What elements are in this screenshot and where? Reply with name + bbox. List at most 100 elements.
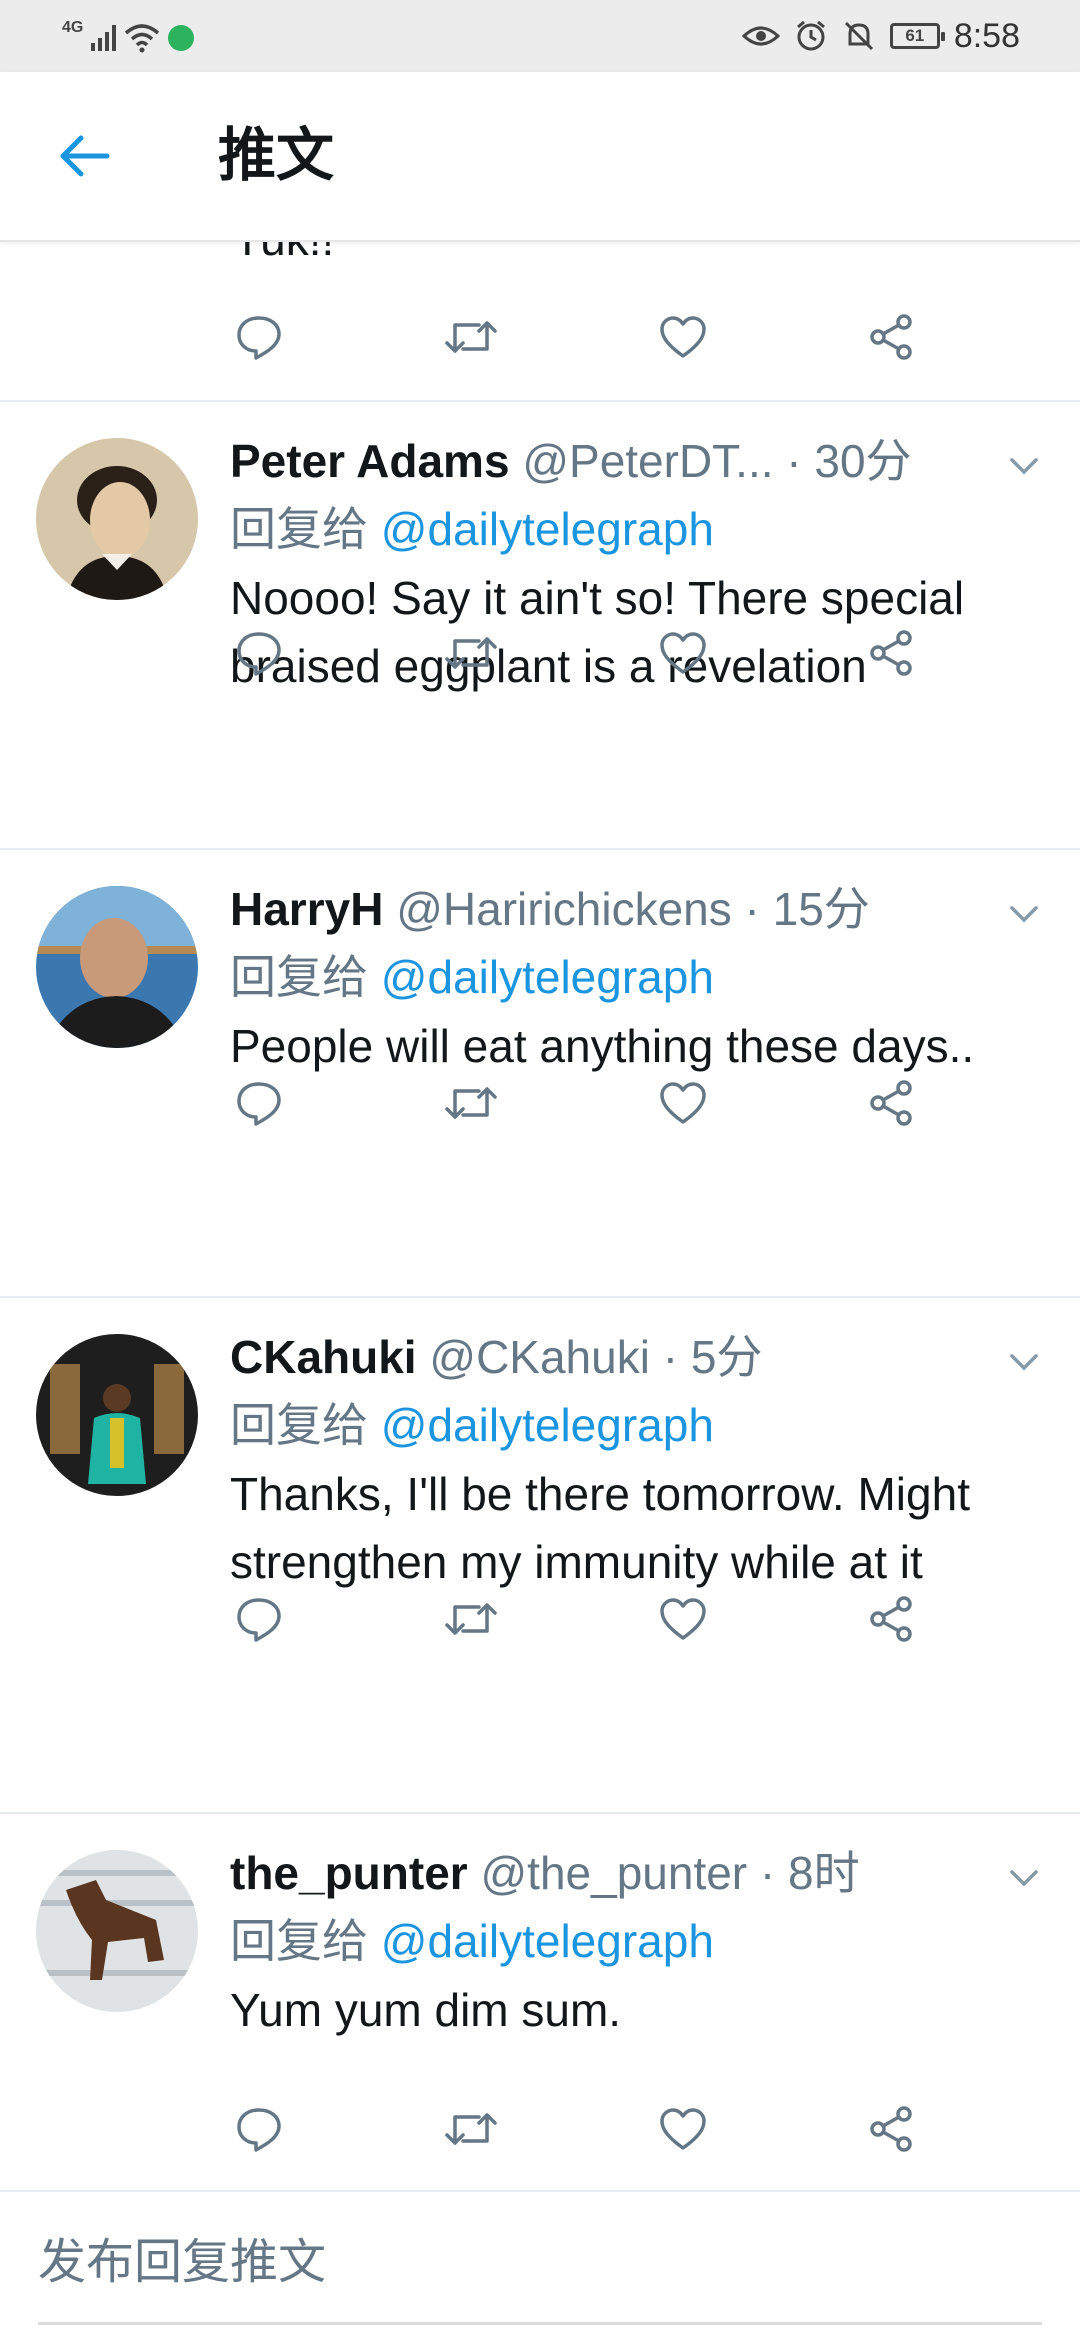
reply-icon (237, 1598, 281, 1642)
share-button[interactable] (856, 1068, 926, 1138)
display-name[interactable]: CKahuki (230, 1331, 417, 1383)
share-button[interactable] (856, 618, 926, 688)
timestamp: · 15分 (744, 883, 870, 935)
reply-button[interactable] (224, 1068, 294, 1138)
reply-context: 回复给 @dailytelegraph (230, 1910, 714, 1972)
avatar-image (36, 1334, 198, 1496)
reply-icon (237, 1082, 281, 1126)
share-icon (870, 630, 912, 676)
app-notification-icon (168, 25, 195, 51)
tweet-header: the_punter @the_punter · 8时 (230, 1842, 960, 1904)
handle[interactable]: @the_punter (480, 1847, 747, 1899)
tweet[interactable]: CKahuki @CKahuki · 5分 回复给 @dailytelegrap… (0, 1298, 1080, 1812)
partial-tweet: Yuk!! (0, 242, 1080, 402)
retweet-button[interactable] (436, 1584, 506, 1654)
share-icon (870, 2106, 912, 2152)
timestamp: · 30分 (786, 435, 912, 487)
reply-icon (237, 316, 281, 360)
tweet-menu-button[interactable] (1002, 892, 1046, 936)
wifi-icon (125, 24, 160, 53)
tweet-header: Peter Adams @PeterDT... · 30分 (230, 430, 960, 492)
retweet-button[interactable] (436, 2094, 506, 2164)
tweet-menu-button[interactable] (1002, 1856, 1046, 1900)
tweet-text: Thanks, I'll be there tomorrow. Might st… (230, 1468, 970, 1588)
retweet-button[interactable] (436, 1068, 506, 1138)
avatar[interactable] (36, 1850, 198, 2012)
handle[interactable]: @Haririchickens (396, 883, 732, 935)
retweet-button[interactable] (436, 302, 506, 372)
retweet-button[interactable] (436, 618, 506, 688)
arrow-left-icon (60, 135, 110, 177)
tweet-actions (0, 618, 1080, 688)
share-button[interactable] (856, 302, 926, 372)
like-button[interactable] (648, 1068, 718, 1138)
display-name[interactable]: Peter Adams (230, 435, 510, 487)
display-name[interactable]: HarryH (230, 883, 383, 935)
handle[interactable]: @PeterDT... (522, 435, 773, 487)
reply-prefix: 回复给 (230, 951, 368, 1003)
reply-mention-link[interactable]: @dailytelegraph (381, 503, 714, 555)
share-icon (870, 1080, 912, 1126)
timestamp: · 8时 (759, 1847, 860, 1899)
network-type: 4G (62, 19, 84, 36)
reply-prefix: 回复给 (230, 1399, 368, 1451)
compose-reply-input[interactable]: 发布回复推文 (38, 2228, 326, 2298)
reply-context: 回复给 @dailytelegraph (230, 498, 714, 560)
tweet-menu-button[interactable] (1002, 444, 1046, 488)
share-button[interactable] (856, 1584, 926, 1654)
reply-button[interactable] (224, 1584, 294, 1654)
handle[interactable]: @CKahuki (429, 1331, 650, 1383)
tweet-actions (0, 2094, 1080, 2164)
like-button[interactable] (648, 1584, 718, 1654)
reply-prefix: 回复给 (230, 1915, 368, 1967)
like-button[interactable] (648, 2094, 718, 2164)
page-title: 推文 (218, 123, 335, 188)
reply-mention-link[interactable]: @dailytelegraph (381, 1399, 714, 1451)
back-button[interactable] (52, 124, 116, 188)
heart-icon (660, 2108, 706, 2150)
reply-button[interactable] (224, 618, 294, 688)
reply-icon (237, 2108, 281, 2152)
heart-icon (660, 316, 706, 358)
chevron-down-icon (1010, 1354, 1038, 1371)
like-button[interactable] (648, 302, 718, 372)
avatar-image (36, 886, 198, 1048)
reply-mention-link[interactable]: @dailytelegraph (381, 1915, 714, 1967)
display-name[interactable]: the_punter (230, 1847, 468, 1899)
tweet-actions (0, 302, 1080, 372)
tweet-header: HarryH @Haririchickens · 15分 (230, 878, 960, 940)
status-bar: 4G 61 8:58 (0, 0, 1080, 72)
app-bar: 推文 (0, 72, 1080, 242)
tweet[interactable]: HarryH @Haririchickens · 15分 回复给 @dailyt… (0, 850, 1080, 1296)
avatar[interactable] (36, 438, 198, 600)
status-right: 61 8:58 (741, 14, 1020, 58)
reply-button[interactable] (224, 2094, 294, 2164)
status-left: 4G (62, 18, 195, 58)
avatar[interactable] (36, 1334, 198, 1496)
tweet-text: Yum yum dim sum. (230, 1984, 622, 2036)
share-icon (870, 314, 912, 360)
tweet-actions (0, 1584, 1080, 1654)
chevron-down-icon (1010, 1870, 1038, 1887)
avatar-image (36, 438, 198, 600)
signal-icon (91, 25, 117, 51)
alarm-icon (796, 20, 825, 51)
reply-context: 回复给 @dailytelegraph (230, 946, 714, 1008)
retweet-icon (445, 1603, 497, 1635)
reply-button[interactable] (224, 302, 294, 372)
share-icon (870, 1596, 912, 1642)
reply-icon (237, 632, 281, 676)
tweet-menu-button[interactable] (1002, 1340, 1046, 1384)
tweet[interactable]: the_punter @the_punter · 8时 回复给 @dailyte… (0, 1814, 1080, 2190)
mute-icon (844, 21, 873, 51)
like-button[interactable] (648, 618, 718, 688)
avatar[interactable] (36, 886, 198, 1048)
retweet-icon (445, 637, 497, 669)
tweet[interactable]: Peter Adams @PeterDT... · 30分 回复给 @daily… (0, 402, 1080, 848)
clock: 8:58 (953, 16, 1020, 55)
compose-reply-bar[interactable]: 发布回复推文 (0, 2190, 1080, 2340)
reply-mention-link[interactable]: @dailytelegraph (381, 951, 714, 1003)
heart-icon (660, 632, 706, 674)
share-button[interactable] (856, 2094, 926, 2164)
partial-tweet-text: Yuk!! (232, 242, 334, 266)
